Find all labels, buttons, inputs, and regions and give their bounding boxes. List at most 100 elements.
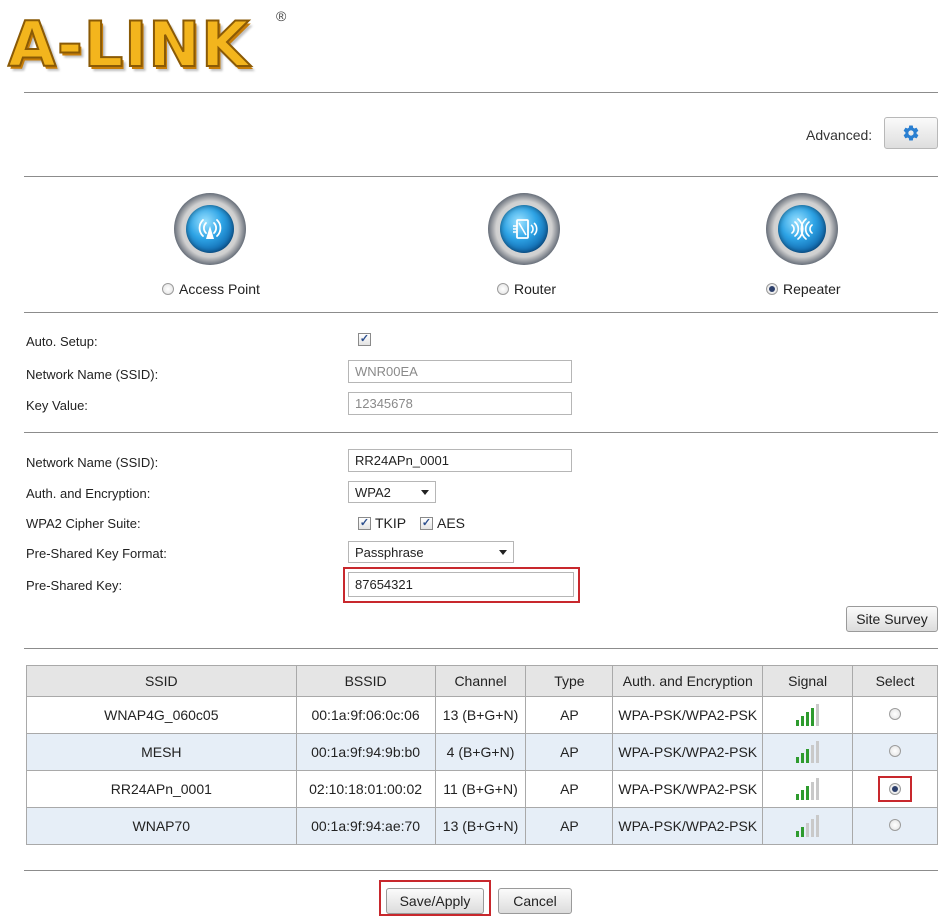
chevron-down-icon	[421, 489, 429, 495]
col-header-channel[interactable]: Channel	[434, 665, 527, 697]
signal-bar	[816, 815, 820, 837]
auth-encryption-label: Auth. and Encryption:	[26, 486, 151, 501]
wifi-broadcast-icon	[198, 219, 222, 239]
cell-channel: 4 (B+G+N)	[434, 733, 527, 771]
mode-access-point[interactable]: Access Point	[162, 281, 260, 297]
cipher-tkip-option[interactable]: ✓ TKIP	[358, 515, 406, 531]
mode-repeater[interactable]: Repeater	[766, 281, 841, 297]
signal-bar	[811, 708, 815, 726]
site-survey-table: SSID BSSID Channel Type Auth. and Encryp…	[26, 665, 938, 845]
signal-bar	[801, 753, 805, 763]
cell-select[interactable]	[852, 696, 938, 734]
repeater-waves-icon	[791, 218, 813, 240]
signal-bar	[796, 720, 800, 726]
save-apply-button[interactable]: Save/Apply	[386, 888, 484, 914]
cell-signal	[762, 770, 854, 808]
select-radio[interactable]	[889, 708, 902, 720]
cell-ssid: MESH	[26, 733, 297, 771]
cell-signal	[762, 733, 854, 771]
cell-select[interactable]	[852, 733, 938, 771]
select-radio[interactable]	[889, 819, 902, 831]
site-survey-button[interactable]: Site Survey	[846, 606, 938, 632]
access-point-label: Access Point	[179, 281, 260, 297]
advanced-settings-button[interactable]	[884, 117, 938, 149]
psk-format-label: Pre-Shared Key Format:	[26, 546, 167, 561]
col-header-auth[interactable]: Auth. and Encryption	[612, 665, 764, 697]
ssid-input[interactable]	[348, 449, 572, 472]
cell-select[interactable]	[852, 770, 938, 808]
col-header-signal[interactable]: Signal	[762, 665, 854, 697]
psk-input[interactable]	[348, 572, 574, 597]
cell-ssid: WNAP70	[26, 807, 297, 845]
auto-ssid-label: Network Name (SSID):	[26, 367, 159, 382]
cell-ssid: WNAP4G_060c05	[26, 696, 297, 734]
signal-bar	[811, 819, 815, 837]
signal-bar	[796, 757, 800, 763]
cell-auth: WPA-PSK/WPA2-PSK	[612, 696, 764, 734]
signal-bar	[816, 704, 820, 726]
ssid-label: Network Name (SSID):	[26, 455, 159, 470]
auto-ssid-input[interactable]	[348, 360, 572, 383]
divider	[24, 312, 938, 313]
divider	[24, 648, 938, 649]
col-header-bssid[interactable]: BSSID	[295, 665, 436, 697]
cell-type: AP	[525, 733, 614, 771]
access-point-radio[interactable]	[162, 283, 174, 295]
select-radio[interactable]	[889, 745, 902, 757]
tkip-checkbox[interactable]: ✓	[358, 516, 371, 530]
cell-channel: 13 (B+G+N)	[434, 696, 527, 734]
cell-type: AP	[525, 770, 614, 808]
logo-text: A-LINK	[7, 7, 251, 82]
divider	[24, 92, 938, 93]
key-value-input[interactable]	[348, 392, 572, 415]
registered-mark: ®	[276, 8, 287, 24]
aes-label: AES	[437, 515, 466, 531]
cipher-aes-option[interactable]: ✓ AES	[420, 515, 465, 531]
mode-router[interactable]: Router	[497, 281, 556, 297]
table-row[interactable]: MESH 00:1a:9f:94:9b:b0 4 (B+G+N) AP WPA-…	[26, 733, 938, 771]
access-point-icon[interactable]	[174, 193, 246, 265]
auth-encryption-value: WPA2	[355, 484, 391, 500]
table-row[interactable]: RR24APn_0001 02:10:18:01:00:02 11 (B+G+N…	[26, 770, 938, 808]
cipher-suite-label: WPA2 Cipher Suite:	[26, 516, 141, 531]
signal-bar	[811, 782, 815, 800]
repeater-label: Repeater	[783, 281, 841, 297]
signal-bar	[806, 786, 810, 800]
router-label: Router	[514, 281, 557, 297]
cell-type: AP	[525, 696, 614, 734]
key-value-label: Key Value:	[26, 398, 88, 413]
table-header-row: SSID BSSID Channel Type Auth. and Encryp…	[26, 665, 938, 697]
cell-channel: 11 (B+G+N)	[434, 770, 527, 808]
signal-bar	[801, 827, 805, 837]
signal-strength-icon	[796, 741, 820, 763]
aes-checkbox[interactable]: ✓	[420, 516, 433, 530]
col-header-type[interactable]: Type	[525, 665, 614, 697]
cancel-button[interactable]: Cancel	[498, 888, 572, 914]
table-row[interactable]: WNAP70 00:1a:9f:94:ae:70 13 (B+G+N) AP W…	[26, 807, 938, 845]
select-radio[interactable]	[889, 783, 902, 795]
table-row[interactable]: WNAP4G_060c05 00:1a:9f:06:0c:06 13 (B+G+…	[26, 696, 938, 734]
router-icon[interactable]	[488, 193, 560, 265]
auth-encryption-select[interactable]: WPA2	[348, 481, 436, 503]
cell-type: AP	[525, 807, 614, 845]
brand-logo: A-LINK	[7, 6, 308, 84]
col-header-select[interactable]: Select	[852, 665, 938, 697]
auto-setup-checkbox[interactable]: ✓	[358, 333, 371, 346]
signal-bar	[806, 712, 810, 726]
auto-setup-label: Auto. Setup:	[26, 334, 98, 349]
signal-strength-icon	[796, 704, 820, 726]
cell-bssid: 02:10:18:01:00:02	[295, 770, 436, 808]
repeater-icon[interactable]	[766, 193, 838, 265]
repeater-radio[interactable]	[766, 283, 778, 295]
router-radio[interactable]	[497, 283, 509, 295]
psk-format-select[interactable]: Passphrase	[348, 541, 514, 563]
tkip-label: TKIP	[375, 515, 407, 531]
cell-bssid: 00:1a:9f:94:ae:70	[295, 807, 436, 845]
chevron-down-icon	[499, 549, 507, 555]
cell-bssid: 00:1a:9f:94:9b:b0	[295, 733, 436, 771]
cell-signal	[762, 807, 854, 845]
col-header-ssid[interactable]: SSID	[26, 665, 297, 697]
cell-select[interactable]	[852, 807, 938, 845]
cell-auth: WPA-PSK/WPA2-PSK	[612, 807, 764, 845]
signal-bar	[816, 778, 820, 800]
